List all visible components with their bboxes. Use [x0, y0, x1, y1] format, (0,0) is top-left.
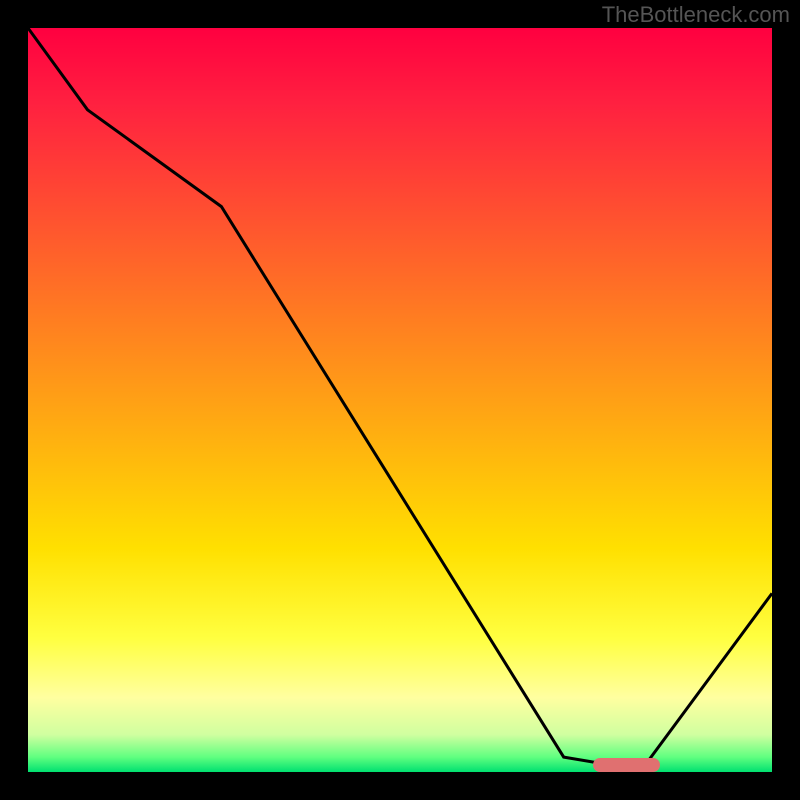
watermark: TheBottleneck.com: [602, 2, 790, 28]
chart-plot-area: [28, 28, 772, 772]
optimal-range-marker: [593, 758, 660, 772]
bottleneck-curve: [28, 28, 772, 772]
